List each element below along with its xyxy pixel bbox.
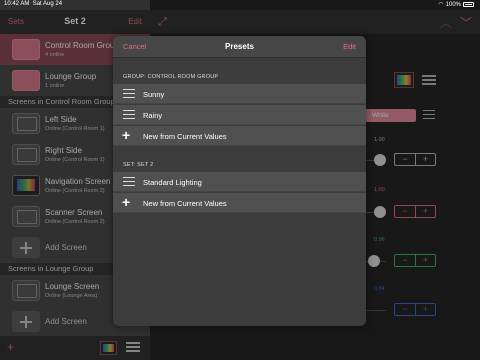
preset-sliders-icon	[123, 177, 135, 187]
battery-percent: 100%	[445, 1, 461, 8]
preset-row-standard-lighting[interactable]: Standard Lighting	[113, 172, 366, 192]
preset-label: Sunny	[143, 90, 165, 99]
preset-label: Rainy	[143, 111, 163, 120]
new-set-preset-button[interactable]: + New from Current Values	[113, 193, 366, 213]
set-section-header: SET: SET 2	[123, 162, 154, 168]
preset-row-sunny[interactable]: Sunny	[113, 84, 366, 104]
status-bar: 10:42 AM Sat Aug 24 ◠ 100%	[0, 0, 480, 10]
app-window: 10:42 AM Sat Aug 24 ◠ 100% Sets Set 2 Ed…	[0, 0, 480, 360]
new-preset-label: New from Current Values	[143, 132, 227, 141]
presets-modal: Cancel Presets Edit GROUP: CONTROL ROOM …	[113, 36, 366, 326]
modal-header: Cancel Presets Edit	[113, 36, 366, 58]
new-preset-label: New from Current Values	[143, 199, 227, 208]
plus-icon: +	[122, 194, 131, 210]
battery-icon	[463, 2, 474, 7]
wifi-icon: ◠	[438, 2, 444, 8]
preset-sliders-icon	[123, 110, 135, 120]
preset-label: Standard Lighting	[143, 178, 202, 187]
group-section-header: GROUP: CONTROL ROOM GROUP	[123, 74, 219, 80]
status-time: 10:42 AM	[4, 1, 30, 7]
preset-sliders-icon	[123, 89, 135, 99]
preset-row-rainy[interactable]: Rainy	[113, 105, 366, 125]
modal-title: Presets	[225, 42, 254, 51]
new-group-preset-button[interactable]: + New from Current Values	[113, 126, 366, 146]
status-date: Sat Aug 24	[32, 1, 63, 7]
modal-edit-button[interactable]: Edit	[343, 42, 356, 51]
plus-icon: +	[122, 127, 131, 143]
